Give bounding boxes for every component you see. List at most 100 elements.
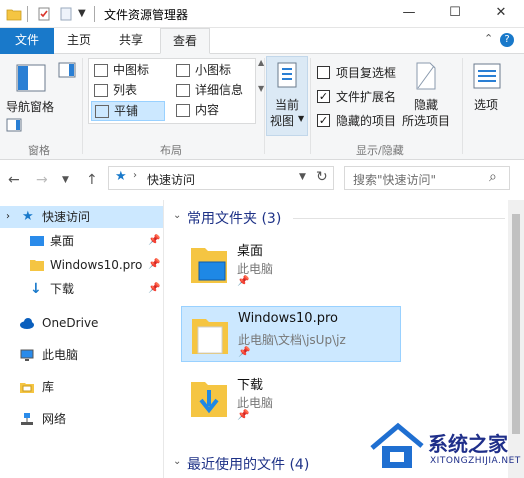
hide-selected-label-2[interactable]: 所选项目 — [402, 112, 450, 129]
divider — [264, 58, 265, 154]
item-checkboxes-checkbox[interactable] — [317, 66, 330, 79]
collapse-chevron-icon[interactable]: ⌄ — [173, 456, 181, 467]
nav-item-network[interactable]: 网络 — [0, 408, 163, 430]
chevron-down-icon[interactable]: ▼ — [78, 6, 94, 22]
expand-chevron-icon[interactable]: › — [6, 206, 20, 222]
folder-icon[interactable] — [6, 6, 22, 22]
separator — [27, 6, 28, 22]
tab-share[interactable]: 共享 — [106, 28, 156, 54]
nav-label: OneDrive — [42, 316, 99, 330]
breadcrumb-chevron-icon[interactable]: › — [133, 170, 137, 181]
star-icon: ★ — [22, 209, 34, 224]
layout-gallery: 中图标 小图标 列表 详细信息 平铺 内容 — [88, 58, 256, 124]
item-checkboxes-label: 项目复选框 — [336, 66, 397, 80]
divider — [462, 58, 463, 154]
folder-tile-windows10pro[interactable]: Windows10.pro 此电脑\文档\jsUp\jz 📌 — [181, 306, 401, 362]
navigation-pane-button[interactable]: 导航窗格 — [6, 98, 54, 115]
layout-medium-icons-label: 中图标 — [113, 63, 150, 77]
layout-tiles-label: 平铺 — [114, 104, 139, 118]
layout-list[interactable]: 列表 — [91, 81, 171, 101]
nav-label: 库 — [42, 380, 55, 394]
nav-item-this-pc[interactable]: 此电脑 — [0, 344, 163, 366]
search-icon[interactable]: ⌕ — [489, 169, 497, 185]
layout-tiles[interactable]: 平铺 — [91, 101, 165, 121]
nav-label: 下载 — [50, 282, 75, 296]
navigation-pane-icon[interactable] — [16, 64, 46, 92]
folder-icon — [192, 319, 228, 354]
folder-name: 下载 — [237, 378, 264, 393]
watermark-url: XITONGZHIJIA.NET — [430, 456, 521, 466]
ribbon-tabs: 文件 主页 共享 查看 ⌃ ? — [0, 28, 524, 54]
downloads-folder-icon — [191, 382, 227, 417]
collapse-chevron-icon[interactable]: ⌄ — [173, 210, 181, 221]
tab-home[interactable]: 主页 — [56, 28, 102, 54]
properties-icon[interactable] — [36, 6, 52, 22]
hide-selected-label[interactable]: 隐藏 — [414, 96, 438, 113]
maximize-button[interactable]: ☐ — [432, 0, 478, 28]
layout-content[interactable]: 内容 — [173, 101, 253, 121]
help-icon[interactable]: ? — [500, 33, 514, 47]
tab-view[interactable]: 查看 — [160, 28, 210, 54]
preview-pane-icon[interactable] — [58, 62, 76, 78]
address-path[interactable]: 快速访问 — [147, 171, 195, 188]
options-button[interactable]: 选项 — [474, 96, 498, 113]
nav-item-onedrive[interactable]: OneDrive — [0, 312, 163, 334]
pin-icon[interactable]: 📌 — [148, 254, 160, 276]
folder-location: 此电脑 — [237, 396, 274, 410]
section-title-frequent[interactable]: 常用文件夹 (3) — [187, 208, 281, 228]
pin-icon: 📌 — [237, 410, 250, 421]
house-logo-icon — [370, 422, 424, 468]
layout-small-icons[interactable]: 小图标 — [173, 61, 253, 81]
divider — [82, 58, 83, 154]
options-icon[interactable] — [472, 62, 502, 90]
nav-item-windows10pro[interactable]: Windows10.pro 📌 — [0, 254, 163, 276]
search-placeholder: 搜索"快速访问" — [353, 173, 437, 187]
address-bar[interactable]: ★ › 快速访问 ▼ — [108, 166, 334, 190]
address-dropdown-icon[interactable]: ▼ — [299, 172, 306, 182]
details-pane-icon[interactable] — [6, 118, 22, 132]
forward-arrow-icon[interactable]: → — [36, 172, 48, 188]
nav-item-desktop[interactable]: 桌面 📌 — [0, 230, 163, 252]
divider — [310, 58, 311, 154]
layout-content-label: 内容 — [195, 103, 220, 117]
layout-medium-icons[interactable]: 中图标 — [91, 61, 171, 81]
file-extensions-label: 文件扩展名 — [336, 90, 397, 104]
layout-list-label: 列表 — [113, 83, 138, 97]
layout-small-icons-label: 小图标 — [195, 63, 232, 77]
new-folder-icon[interactable] — [58, 6, 74, 22]
pin-icon[interactable]: 📌 — [148, 230, 160, 252]
hidden-items-label: 隐藏的项目 — [336, 114, 397, 128]
details-icon — [176, 84, 190, 97]
up-arrow-icon[interactable]: ↑ — [86, 172, 98, 188]
folder-location: 此电脑 — [237, 262, 274, 276]
desktop-icon — [30, 236, 44, 246]
window-title: 文件资源管理器 — [104, 8, 189, 22]
scrollbar-thumb[interactable] — [512, 214, 520, 434]
hide-selected-icon[interactable] — [414, 62, 438, 90]
minimize-button[interactable]: — — [386, 0, 432, 28]
nav-item-libraries[interactable]: 库 — [0, 376, 163, 398]
refresh-icon[interactable]: ↻ — [316, 169, 328, 185]
hidden-items-checkbox[interactable]: ✓ — [317, 114, 330, 127]
back-arrow-icon[interactable]: ← — [8, 172, 20, 188]
layout-details[interactable]: 详细信息 — [173, 81, 253, 101]
watermark-logo: 系统之家 XITONGZHIJIA.NET — [368, 418, 524, 478]
nav-item-downloads[interactable]: ↓ 下载 📌 — [0, 278, 163, 300]
close-button[interactable]: ✕ — [478, 0, 524, 28]
tab-file[interactable]: 文件 — [0, 28, 54, 54]
search-input[interactable]: 搜索"快速访问" ⌕ — [344, 166, 510, 190]
quick-access-star-icon: ★ — [115, 169, 127, 184]
pin-icon[interactable]: 📌 — [148, 278, 160, 300]
content-icon — [176, 104, 190, 117]
computer-icon — [20, 349, 34, 361]
watermark-title: 系统之家 — [428, 432, 508, 456]
nav-item-quick-access[interactable]: › ★ 快速访问 — [0, 206, 163, 228]
recent-chevron-icon[interactable]: ▼ — [62, 175, 69, 185]
section-title-recent[interactable]: 最近使用的文件 (4) — [187, 454, 309, 474]
folder-tile-desktop[interactable]: 桌面 此电脑 📌 — [181, 236, 401, 292]
chevron-up-icon[interactable]: ⌃ — [484, 32, 493, 45]
folder-icon — [30, 260, 44, 271]
folder-name: 桌面 — [237, 244, 264, 259]
nav-label: 桌面 — [50, 234, 75, 248]
file-extensions-checkbox[interactable]: ✓ — [317, 90, 330, 103]
